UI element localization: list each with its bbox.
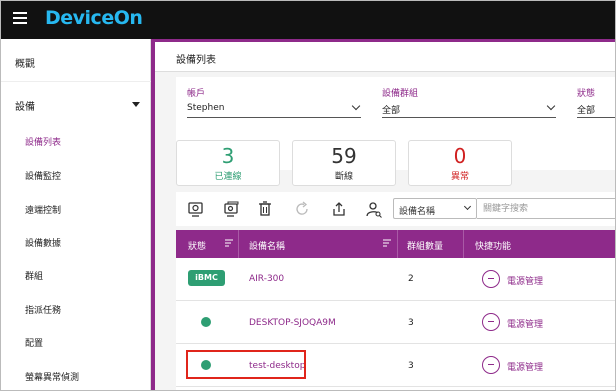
chevron-down-icon [351,101,361,111]
online-status-dot [201,317,211,327]
sidebar-item-device-data[interactable]: 設備數據 [25,236,61,249]
brand-logo: DeviceOn [45,7,143,29]
sort-icon[interactable] [382,238,392,248]
group-select-value: 全部 [382,106,401,116]
group-select[interactable]: 全部 [382,101,556,118]
power-icon[interactable] [482,356,500,374]
account-select-value: Stephen [187,103,225,113]
group-filter-label: 設備群組 [382,89,419,99]
sidebar-item-groups[interactable]: 群組 [25,269,43,282]
power-icon[interactable] [482,313,500,331]
refresh-icon[interactable] [293,200,311,218]
user-search-icon[interactable] [365,200,383,218]
power-management-link[interactable]: 電源管理 [507,274,543,287]
header-name[interactable]: 設備名稱 [249,239,285,252]
chevron-down-icon[interactable] [132,102,140,107]
sidebar: 概觀 設備 設備列表 設備監控 遠端控制 設備數據 群組 指派任務 配置 螢幕異… [1,39,151,390]
trash-icon[interactable] [256,200,274,218]
chevron-down-icon [463,202,472,211]
search-input[interactable] [477,198,615,219]
sidebar-item-overview[interactable]: 概觀 [15,55,35,70]
sidebar-item-device-list[interactable]: 設備列表 [25,135,61,148]
app-window: DeviceOn 概觀 設備 設備列表 設備監控 遠端控制 設備數據 群組 指派… [0,0,616,391]
stat-card-disconnected[interactable]: 59 斷線 [292,140,396,186]
power-management-link[interactable]: 電源管理 [507,317,543,330]
highlight-box [186,350,306,379]
group-count: 3 [408,361,414,371]
disconnected-label: 斷線 [334,172,353,182]
device-name-link[interactable]: AIR-300 [249,274,284,284]
power-management-link[interactable]: 電源管理 [507,360,543,373]
top-bar: DeviceOn [1,1,615,39]
header-shortcut: 快捷功能 [475,242,512,252]
power-icon[interactable] [482,270,500,288]
hamburger-menu-icon[interactable] [13,12,27,26]
abnormal-count: 0 [453,144,467,168]
search-field-value: 設備名稱 [399,207,436,217]
page-title: 設備列表 [176,55,216,66]
sidebar-item-remote-control[interactable]: 遠端控制 [25,203,61,216]
header-group-count: 群組數量 [407,242,444,252]
search-field-select[interactable]: 設備名稱 [393,198,477,219]
account-filter-label: 帳戶 [187,89,206,99]
sidebar-item-assign-task[interactable]: 指派任務 [25,303,61,316]
sidebar-divider [1,81,151,82]
status-filter-label: 狀態 [577,89,596,99]
disconnected-count: 59 [331,144,357,168]
sidebar-item-config[interactable]: 配置 [25,336,43,349]
sort-icon[interactable] [224,238,234,248]
header-separator [397,230,398,258]
export-icon[interactable] [330,200,348,218]
abnormal-label: 異常 [450,172,469,182]
table-header: 狀態 設備名稱 群組數量 快捷功能 [176,230,615,258]
sidebar-item-devices[interactable]: 設備 [15,98,35,113]
header-separator [463,230,464,258]
copy-device-icon[interactable] [222,200,240,218]
connected-label: 已連線 [214,172,242,182]
table-row[interactable]: DESKTOP-SJOQA9M 3 電源管理 [176,301,615,344]
chevron-down-icon [546,101,556,111]
stat-card-connected[interactable]: 3 已連線 [176,140,280,186]
group-count: 2 [408,274,414,284]
ibmc-badge: iBMC [188,270,225,286]
group-count: 3 [408,318,414,328]
account-select[interactable]: Stephen [187,101,361,118]
connected-count: 3 [221,144,235,168]
sidebar-item-screen-anomaly[interactable]: 螢幕異常偵測 [25,370,79,383]
header-status[interactable]: 狀態 [188,239,206,252]
add-device-icon[interactable] [187,200,205,218]
device-name-link[interactable]: DESKTOP-SJOQA9M [249,318,336,328]
stat-card-abnormal[interactable]: 0 異常 [408,140,512,186]
page-header: 設備列表 [155,42,615,72]
table-row[interactable]: iBMC AIR-300 2 電源管理 [176,258,615,301]
header-separator [238,230,239,258]
sidebar-item-device-monitor[interactable]: 設備監控 [25,169,61,182]
main-content: 設備列表 帳戶 Stephen 設備群組 全部 狀態 全部 3 已連線 59 斷… [155,42,615,390]
status-select[interactable]: 全部 [577,101,615,118]
status-select-value: 全部 [577,106,596,116]
toolbar: 設備名稱 [176,192,615,226]
